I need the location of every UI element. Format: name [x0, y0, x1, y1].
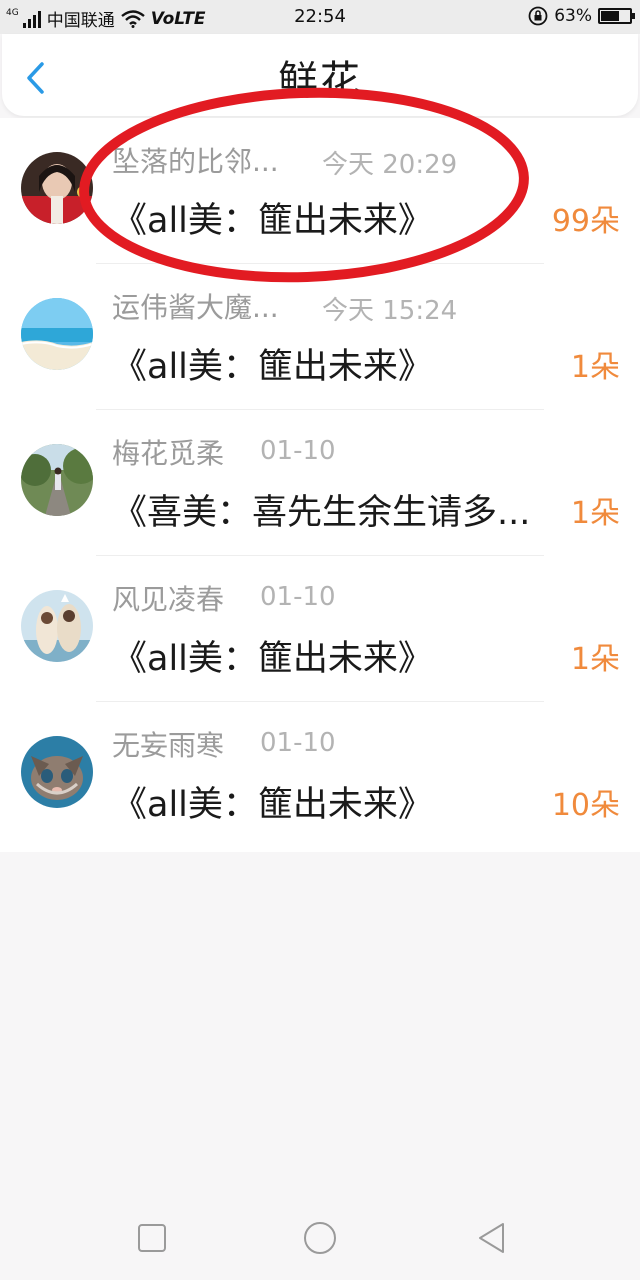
- status-right: 63%: [528, 6, 635, 26]
- book-title: 《all美：篚出未来》: [112, 347, 433, 387]
- square-icon[interactable]: [130, 1216, 174, 1260]
- flower-list: 坠落的比邻... 今天 20:29 《all美：篚出未来》 99朵 运伟酱大魔.…: [0, 118, 640, 852]
- flower-count: 1朵: [570, 496, 620, 531]
- list-item[interactable]: 运伟酱大魔... 今天 15:24 《all美：篚出未来》 1朵: [0, 264, 640, 410]
- avatar[interactable]: [21, 444, 93, 516]
- timestamp: 今天 20:29: [322, 150, 458, 180]
- book-title: 《all美：篚出未来》: [112, 639, 433, 679]
- sender-name: 运伟酱大魔...: [112, 291, 279, 324]
- avatar[interactable]: [21, 298, 93, 370]
- list-item[interactable]: 无妄雨寒 01-10 《all美：篚出未来》 10朵: [0, 702, 640, 848]
- flower-count: 1朵: [570, 350, 620, 385]
- status-bar: 4G 中国联通 VoLTE 22:54 63%: [0, 0, 640, 34]
- sender-name: 坠落的比邻...: [112, 145, 279, 178]
- system-nav-bar: [0, 1196, 640, 1280]
- list-item[interactable]: 坠落的比邻... 今天 20:29 《all美：篚出未来》 99朵: [0, 118, 640, 264]
- timestamp: 01-10: [260, 582, 336, 612]
- avatar[interactable]: [21, 590, 93, 662]
- timestamp: 今天 15:24: [322, 296, 458, 326]
- list-item[interactable]: 风见凌春 01-10 《all美：篚出未来》 1朵: [0, 556, 640, 702]
- flower-count: 99朵: [551, 204, 620, 239]
- battery-icon: [598, 8, 635, 24]
- timestamp: 01-10: [260, 728, 336, 758]
- book-title: 《喜美：喜先生余生请多...: [112, 493, 531, 533]
- page-title: 鲜花: [278, 58, 362, 104]
- sender-name: 风见凌春: [112, 583, 225, 616]
- sender-name: 梅花觅柔: [112, 437, 225, 470]
- header: 鲜花: [2, 34, 638, 116]
- book-title: 《all美：篚出未来》: [112, 785, 433, 825]
- flower-count: 10朵: [551, 788, 620, 823]
- rotation-lock-icon: [528, 6, 548, 26]
- sender-name: 无妄雨寒: [112, 729, 225, 762]
- avatar[interactable]: [21, 736, 93, 808]
- timestamp: 01-10: [260, 436, 336, 466]
- battery-percent: 63%: [554, 6, 592, 26]
- circle-icon[interactable]: [298, 1216, 342, 1260]
- list-item[interactable]: 梅花觅柔 01-10 《喜美：喜先生余生请多... 1朵: [0, 410, 640, 556]
- flower-count: 1朵: [570, 642, 620, 677]
- book-title: 《all美：篚出未来》: [112, 201, 433, 241]
- triangle-back-icon[interactable]: [470, 1216, 514, 1260]
- battery-fill: [601, 11, 619, 21]
- avatar[interactable]: [21, 152, 93, 224]
